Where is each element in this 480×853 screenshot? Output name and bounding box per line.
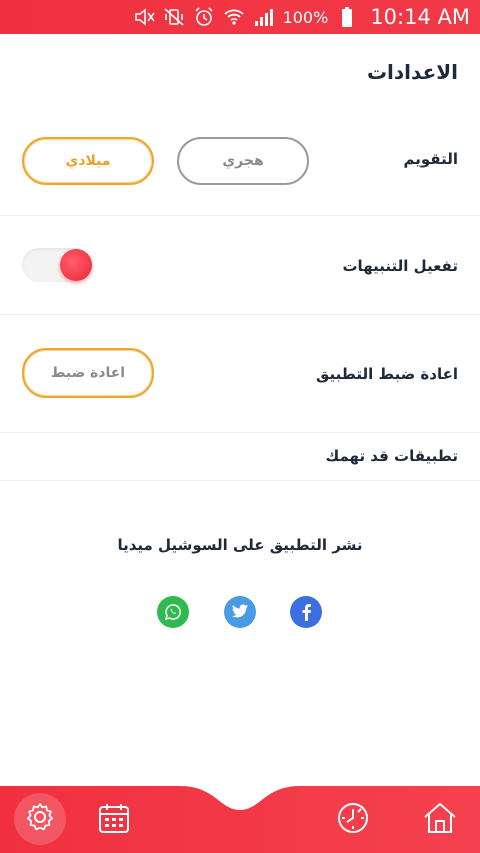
alarm-icon — [193, 6, 215, 28]
settings-icon — [24, 801, 56, 837]
notifications-label: تفعيل التنبيهات — [342, 257, 458, 275]
gregorian-option-button[interactable]: ميلادي — [22, 137, 154, 185]
hijri-option-button[interactable]: هجري — [177, 137, 309, 185]
battery-icon — [336, 6, 358, 28]
calendar-row: التقويم هجري ميلادي — [0, 114, 480, 216]
calendar-label: التقويم — [403, 150, 459, 168]
home-icon — [422, 801, 458, 839]
notifications-row: تفعيل التنبيهات — [0, 216, 480, 315]
notifications-toggle[interactable] — [22, 248, 92, 282]
reset-row: اعادة ضبط التطبيق اعادة ضبط — [0, 315, 480, 433]
toggle-knob — [60, 249, 92, 281]
reset-button[interactable]: اعادة ضبط — [22, 348, 154, 398]
settings-nav-button[interactable] — [14, 793, 66, 845]
home-nav-button[interactable] — [418, 798, 462, 842]
calendar-nav-button[interactable] — [92, 798, 136, 842]
reset-label: اعادة ضبط التطبيق — [316, 365, 458, 383]
battery-percent: 100% — [282, 7, 329, 27]
apps-label: تطبيقات قد تهمك — [325, 447, 458, 465]
wifi-icon — [223, 6, 245, 28]
vibrate-icon — [163, 6, 185, 28]
whatsapp-icon[interactable] — [157, 596, 189, 628]
apps-row[interactable]: تطبيقات قد تهمك — [0, 433, 480, 481]
facebook-icon[interactable] — [290, 596, 322, 628]
share-title: نشر التطبيق على السوشيل ميديا — [117, 536, 363, 554]
page-title: الاعدادات — [366, 60, 458, 84]
status-bar: 100% 10:14 AM — [0, 0, 480, 34]
prayer-times-nav-button[interactable] — [331, 798, 375, 842]
bottom-nav — [0, 786, 480, 853]
twitter-icon[interactable] — [224, 596, 256, 628]
status-clock: 10:14 AM — [370, 5, 470, 29]
clock-icon — [336, 801, 370, 839]
bottom-nav-background — [0, 786, 480, 853]
mute-icon — [133, 6, 155, 28]
signal-icon — [253, 6, 275, 28]
calendar-icon — [97, 801, 131, 839]
